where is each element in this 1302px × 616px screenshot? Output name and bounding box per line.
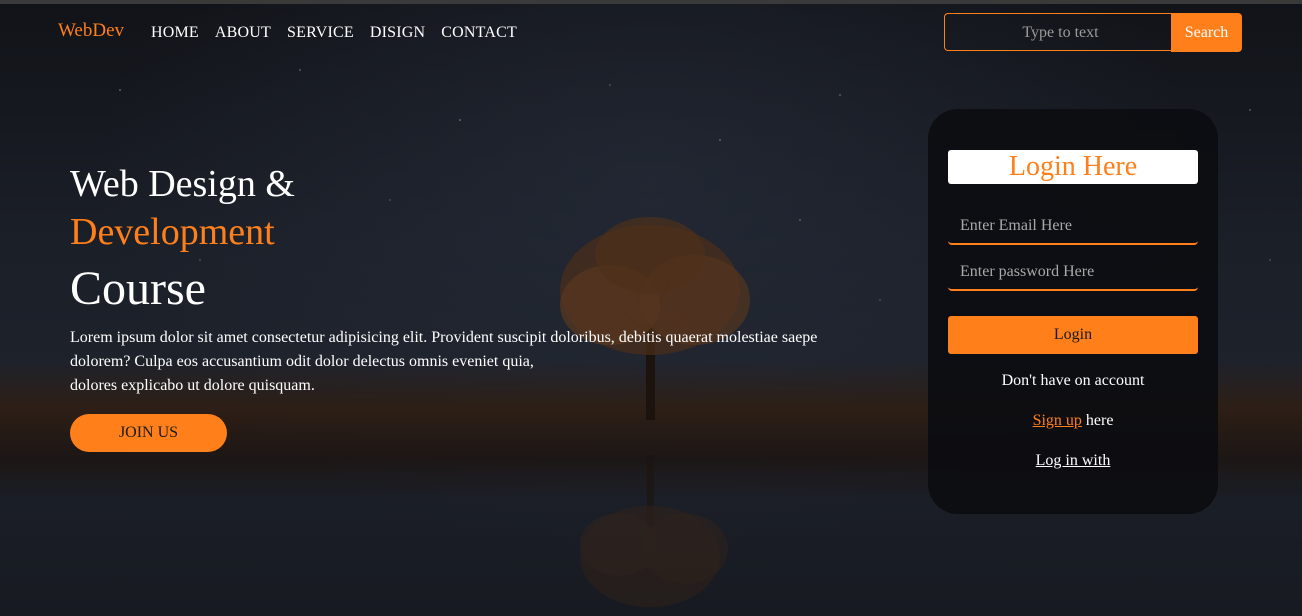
tree-reflection (579, 455, 729, 608)
no-account-text: Don't have on account (1001, 372, 1145, 389)
email-field[interactable] (948, 209, 1198, 245)
nav-item-home[interactable]: HOME (151, 24, 199, 42)
login-button[interactable]: Login (948, 316, 1198, 354)
login-form-card: Login Here Login Don't have on account S… (928, 109, 1218, 514)
navbar: WebDev HOME ABOUT SERVICE DISIGN CONTACT… (0, 4, 1302, 60)
hero-description: Lorem ipsum dolor sit amet consectetur a… (70, 326, 830, 398)
login-title: Login Here (948, 150, 1198, 184)
search-input[interactable] (945, 14, 1176, 52)
signup-line: Sign up here (928, 412, 1218, 430)
search-button[interactable]: Search (1171, 13, 1242, 52)
hero-title-line3: Course (70, 262, 206, 315)
nav-item-contact[interactable]: CONTACT (441, 24, 517, 42)
nav-item-design[interactable]: DISIGN (370, 24, 425, 42)
join-us-button[interactable]: JOIN US (70, 414, 227, 452)
signup-link[interactable]: Sign up (1033, 412, 1082, 429)
nav-links: HOME ABOUT SERVICE DISIGN CONTACT (151, 24, 533, 42)
hero-description-line3: dolores explicabo ut dolore quisquam. (70, 377, 315, 394)
site-logo[interactable]: WebDev (58, 20, 124, 42)
nav-item-service[interactable]: SERVICE (287, 24, 354, 42)
hero-title-line1: Web Design & (70, 163, 295, 205)
signup-suffix: here (1081, 412, 1114, 429)
nav-item-about[interactable]: ABOUT (215, 24, 271, 42)
hero-description-line2: dolorem? Culpa eos accusantium odit dolo… (70, 353, 534, 370)
hero-description-line1: Lorem ipsum dolor sit amet consectetur a… (70, 329, 818, 346)
login-with-link[interactable]: Log in with (928, 452, 1218, 470)
search-box (944, 13, 1176, 52)
hero-section: Web Design & Development Course Lorem ip… (70, 160, 830, 452)
password-field[interactable] (948, 255, 1198, 291)
hero-title-line2: Development (70, 211, 275, 253)
